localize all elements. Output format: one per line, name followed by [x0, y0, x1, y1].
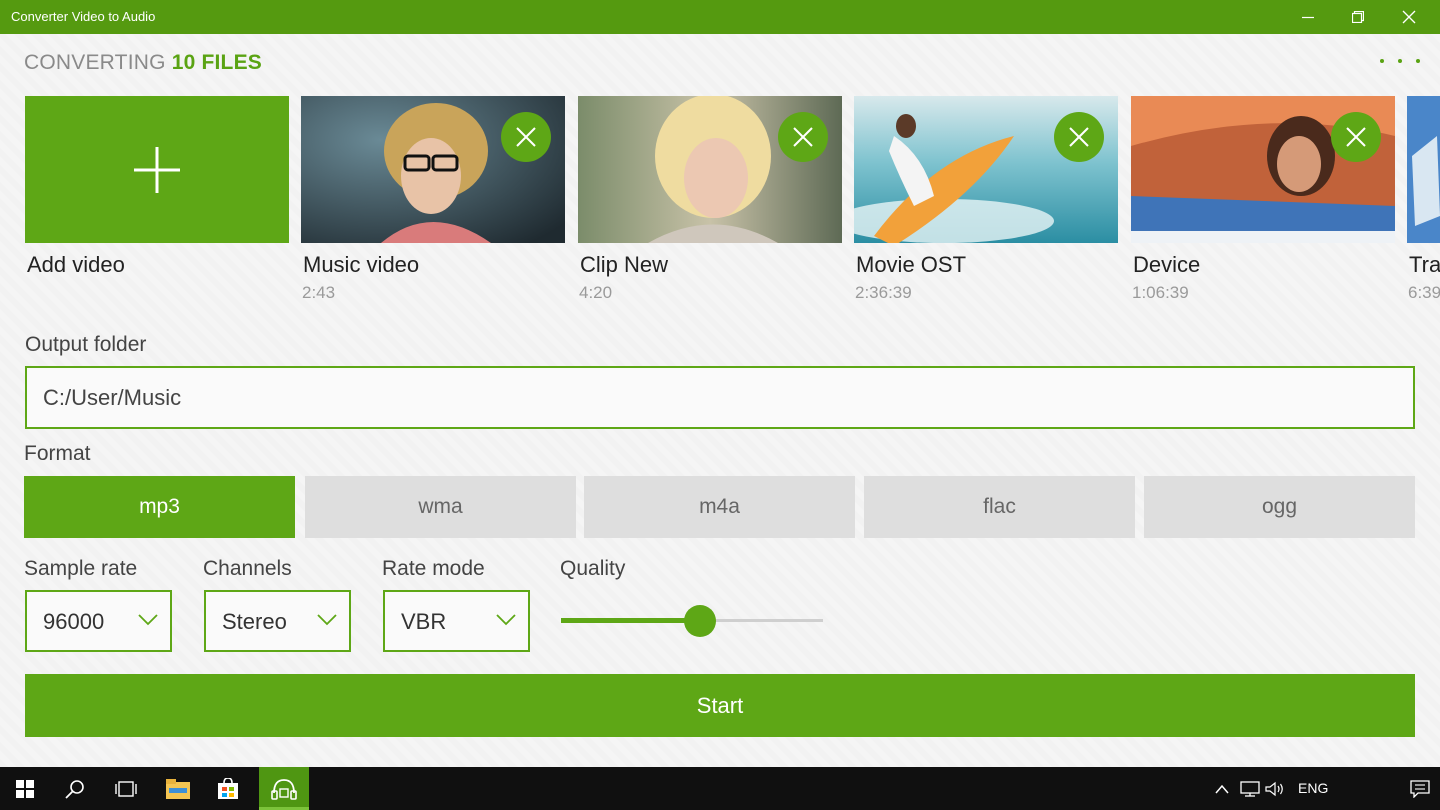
rate-mode-select[interactable]: VBR: [383, 590, 530, 652]
format-mp3-button[interactable]: mp3: [24, 476, 295, 538]
format-wma-button[interactable]: wma: [305, 476, 576, 538]
task-view-icon: [115, 780, 137, 797]
app-content: CONVERTING 10 FILES Add video Music vide…: [0, 34, 1440, 767]
output-folder-field[interactable]: [25, 366, 1415, 429]
volume-icon: [1265, 781, 1283, 796]
title-bar: Converter Video to Audio: [0, 0, 1440, 34]
windows-start-icon: [16, 779, 34, 798]
file-name: Device: [1133, 252, 1201, 277]
slider-thumb[interactable]: [683, 605, 716, 637]
quality-slider[interactable]: [561, 605, 823, 637]
add-video-label: Add video: [27, 252, 125, 277]
video-thumbnail[interactable]: [578, 96, 842, 243]
file-duration: 2:43: [302, 283, 336, 302]
add-video-button[interactable]: [25, 96, 289, 243]
thumbnail-image: [1407, 96, 1440, 243]
network-icon: [1240, 780, 1260, 797]
close-icon: [1402, 10, 1416, 24]
file-name: Trai: [1409, 252, 1440, 277]
search-icon: [65, 779, 84, 799]
file-tile[interactable]: Music video 2:43: [301, 96, 565, 302]
network-button[interactable]: [1240, 767, 1260, 810]
video-thumbnail[interactable]: [301, 96, 565, 243]
remove-file-button[interactable]: [1054, 112, 1104, 162]
start-menu-button[interactable]: [1, 767, 49, 810]
converter-app-icon: [271, 778, 297, 800]
search-button[interactable]: [51, 767, 99, 810]
window-title: Converter Video to Audio: [11, 9, 156, 24]
show-hidden-icons-button[interactable]: [1215, 767, 1229, 810]
file-tile[interactable]: Device 1:06:39: [1131, 96, 1395, 302]
sample-rate-value: 96000: [43, 609, 105, 634]
task-view-button[interactable]: [102, 767, 150, 810]
chevron-down-icon: [138, 614, 158, 626]
video-thumbnail[interactable]: [854, 96, 1118, 243]
taskbar: ENG: [0, 767, 1440, 810]
file-count: 10 FILES: [171, 51, 262, 74]
format-ogg-button[interactable]: ogg: [1144, 476, 1415, 538]
close-button[interactable]: [1384, 0, 1434, 34]
file-name: Music video: [303, 252, 420, 277]
file-duration: 1:06:39: [1132, 283, 1189, 302]
restore-button[interactable]: [1333, 0, 1383, 34]
store-button[interactable]: [204, 767, 252, 810]
sample-rate-select[interactable]: 96000: [25, 590, 172, 652]
channels-value: Stereo: [222, 609, 287, 634]
add-video-tile[interactable]: Add video: [25, 96, 289, 277]
file-duration: 2:36:39: [855, 283, 912, 302]
page-title-prefix: CONVERTING: [24, 51, 166, 74]
close-circle-icon: [1069, 127, 1089, 147]
video-thumbnail[interactable]: [1407, 96, 1440, 243]
more-dot: [1398, 59, 1402, 63]
file-duration: 6:39: [1408, 283, 1440, 302]
slider-fill: [561, 618, 700, 623]
minimize-button[interactable]: [1283, 0, 1333, 34]
file-explorer-icon: [166, 778, 190, 799]
rate-mode-value: VBR: [401, 609, 447, 634]
rate-mode-label: Rate mode: [382, 557, 485, 580]
file-tile[interactable]: Clip New 4:20: [578, 96, 842, 302]
format-flac-button[interactable]: flac: [864, 476, 1135, 538]
close-circle-icon: [793, 127, 813, 147]
restore-icon: [1352, 11, 1364, 23]
more-options-button[interactable]: [1380, 48, 1420, 74]
quality-label: Quality: [560, 557, 626, 580]
action-center-button[interactable]: [1410, 767, 1430, 810]
remove-file-button[interactable]: [778, 112, 828, 162]
chevron-up-icon: [1215, 784, 1229, 793]
converter-app-taskbar-button[interactable]: [259, 767, 309, 810]
chevron-down-icon: [496, 614, 516, 626]
plus-icon: [134, 146, 180, 193]
file-name: Clip New: [580, 252, 669, 277]
notifications-icon: [1410, 779, 1430, 798]
file-tile[interactable]: Trai 6:39: [1407, 96, 1440, 316]
more-dot: [1416, 59, 1420, 63]
file-name: Movie OST: [856, 252, 967, 277]
chevron-down-icon: [317, 614, 337, 626]
format-label: Format: [24, 442, 91, 465]
channels-label: Channels: [203, 557, 292, 580]
file-tile[interactable]: Movie OST 2:36:39: [854, 96, 1118, 302]
store-icon: [218, 777, 238, 799]
close-circle-icon: [516, 127, 536, 147]
close-circle-icon: [1346, 127, 1366, 147]
format-m4a-button[interactable]: m4a: [584, 476, 855, 538]
input-language-indicator[interactable]: ENG: [1298, 780, 1328, 796]
file-explorer-button[interactable]: [154, 767, 202, 810]
channels-select[interactable]: Stereo: [204, 590, 351, 652]
output-folder-input[interactable]: [27, 368, 1383, 427]
video-thumbnail[interactable]: [1131, 96, 1395, 243]
output-folder-label: Output folder: [25, 333, 147, 356]
file-duration: 4:20: [579, 283, 613, 302]
sample-rate-label: Sample rate: [24, 557, 138, 580]
start-button[interactable]: Start: [25, 674, 1415, 737]
remove-file-button[interactable]: [1331, 112, 1381, 162]
minimize-icon: [1302, 16, 1314, 19]
more-dots-icon: [1380, 59, 1384, 63]
volume-button[interactable]: [1265, 767, 1285, 810]
remove-file-button[interactable]: [501, 112, 551, 162]
page-title: CONVERTING 10 FILES: [24, 51, 262, 75]
